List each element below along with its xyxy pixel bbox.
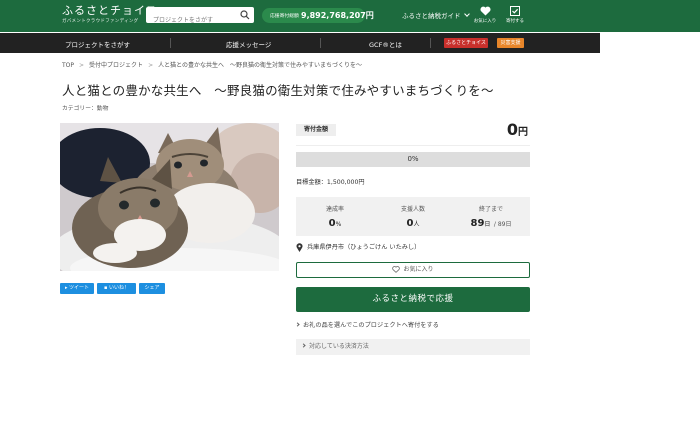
location-text: 兵庫県伊丹市（ひょうごけん いたみし） xyxy=(307,244,421,251)
donate-label: 寄付する xyxy=(506,19,524,24)
chevron-right-icon xyxy=(301,343,306,348)
breadcrumb-accepting[interactable]: 受付中プロジェクト xyxy=(89,62,143,69)
tweet-label: ツイート xyxy=(69,285,90,291)
disaster-badge[interactable]: 災害支援 xyxy=(497,38,524,48)
search-icon[interactable] xyxy=(240,10,250,20)
logo-main-text: ふるさとチョイス xyxy=(62,4,158,17)
share-button[interactable]: シェア xyxy=(139,283,165,294)
breadcrumb-current: 人と猫との豊かな共生へ ～野良猫の衛生対策で住みやすいまちづくりを～ xyxy=(158,62,363,69)
nav-divider xyxy=(430,38,431,48)
total-donation-value: 9,892,768,207円 xyxy=(301,11,374,20)
favorites-link[interactable]: お気に入り xyxy=(470,6,500,24)
nav-divider xyxy=(170,38,171,48)
stat-days-total: / 89日 xyxy=(493,221,512,228)
project-category: カテゴリー：動物 xyxy=(62,106,109,112)
gift-link-label: お礼の品を選んでこのプロジェクトへ寄付をする xyxy=(303,322,439,329)
like-label: いいね！ xyxy=(108,285,129,291)
favorites-label: お気に入り xyxy=(473,19,497,24)
heart-outline-icon xyxy=(392,266,401,273)
stat-supporters-unit: 人 xyxy=(413,221,420,228)
donation-amount: 0円 xyxy=(507,120,528,139)
stat-supporters-label: 支援人数 xyxy=(400,206,425,213)
progress-percent: 0% xyxy=(407,155,419,163)
donation-summary: 寄付金額 0円 xyxy=(296,118,530,146)
breadcrumb-top[interactable]: TOP xyxy=(62,62,74,69)
top-bar: ふるさとチョイス ガバメントクラウドファンディング 応援寄付総額 9,892,7… xyxy=(0,0,700,32)
payment-methods-toggle[interactable]: 対応している決済方法 xyxy=(296,339,530,355)
stat-days-unit: 日 xyxy=(484,221,491,228)
gift-link[interactable]: お礼の品を選んでこのプロジェクトへ寄付をする xyxy=(295,320,530,329)
donation-amount-unit: 円 xyxy=(518,127,528,138)
breadcrumb: TOP > 受付中プロジェクト > 人と猫との豊かな共生へ ～野良猫の衛生対策で住みやす… xyxy=(62,62,363,69)
logo-sub-text: ガバメントクラウドファンディング xyxy=(62,19,139,24)
twitter-bird-icon: ▸ xyxy=(64,285,68,291)
chevron-right-icon xyxy=(295,322,300,327)
stat-days-value: 89 xyxy=(470,218,485,229)
location: 兵庫県伊丹市（ひょうごけん いたみし） xyxy=(296,242,530,252)
guide-label: ふるさと納税ガイド xyxy=(402,12,461,20)
guide-menu[interactable]: ふるさと納税ガイド xyxy=(402,10,470,20)
thumbs-up-icon: ▪ xyxy=(104,285,108,291)
chevron-down-icon xyxy=(463,11,470,17)
stat-achievement-unit: % xyxy=(335,221,342,228)
donation-amount-value: 0 xyxy=(506,120,518,139)
progress-bar: 0% xyxy=(296,152,530,167)
nav-divider xyxy=(320,38,321,48)
stat-days-left: 終了まで 89日 / 89日 xyxy=(452,197,530,236)
favorite-label: お気に入り xyxy=(403,266,434,273)
stat-days-label: 終了まで xyxy=(478,206,503,213)
total-donation-pill: 応援寄付総額 9,892,768,207円 xyxy=(262,8,374,23)
heart-icon xyxy=(479,6,491,16)
choice-badge[interactable]: ふるさとチョイス xyxy=(444,38,488,48)
site-logo[interactable]: ふるさとチョイス ガバメントクラウドファンディング xyxy=(62,4,158,25)
nav-find-project[interactable]: プロジェクトをさがす xyxy=(65,39,130,49)
project-title: 人と猫との豊かな共生へ ～野良猫の衛生対策で住みやすいまちづくりを～ xyxy=(62,83,494,98)
nav-about-gcf[interactable]: GCF®とは xyxy=(369,39,402,49)
map-pin-icon xyxy=(296,242,303,252)
stats-panel: 達成率 0% 支援人数 0人 終了まで 89日 / 89日 xyxy=(296,197,530,236)
payment-label: 対応している決済方法 xyxy=(309,343,369,350)
target-amount: 目標金額：1,500,000円 xyxy=(296,179,365,186)
tweet-button[interactable]: ▸ ツイート xyxy=(60,283,94,294)
search-box xyxy=(146,7,254,29)
donation-box-icon xyxy=(510,6,520,16)
donation-label: 寄付金額 xyxy=(296,124,336,136)
like-button[interactable]: ▪ いいね！ xyxy=(97,283,136,294)
total-donation-label: 応援寄付総額 xyxy=(270,14,299,19)
share-label: シェア xyxy=(144,285,160,291)
search-input[interactable] xyxy=(146,12,234,29)
donate-button[interactable]: ふるさと納税で応援 xyxy=(296,287,530,312)
nav-messages[interactable]: 応援メッセージ xyxy=(226,39,271,49)
stat-achievement-value: 0 xyxy=(328,218,336,229)
favorite-button[interactable]: お気に入り xyxy=(296,262,530,278)
stat-achievement-label: 達成率 xyxy=(325,206,344,213)
stat-achievement: 達成率 0% xyxy=(296,197,374,236)
nav-bar: プロジェクトをさがす 応援メッセージ GCF®とは ふるさとチョイス 災害支援 xyxy=(0,33,600,53)
stat-supporters: 支援人数 0人 xyxy=(374,197,452,236)
project-photo xyxy=(60,123,279,271)
donate-history-link[interactable]: 寄付する xyxy=(500,6,530,24)
